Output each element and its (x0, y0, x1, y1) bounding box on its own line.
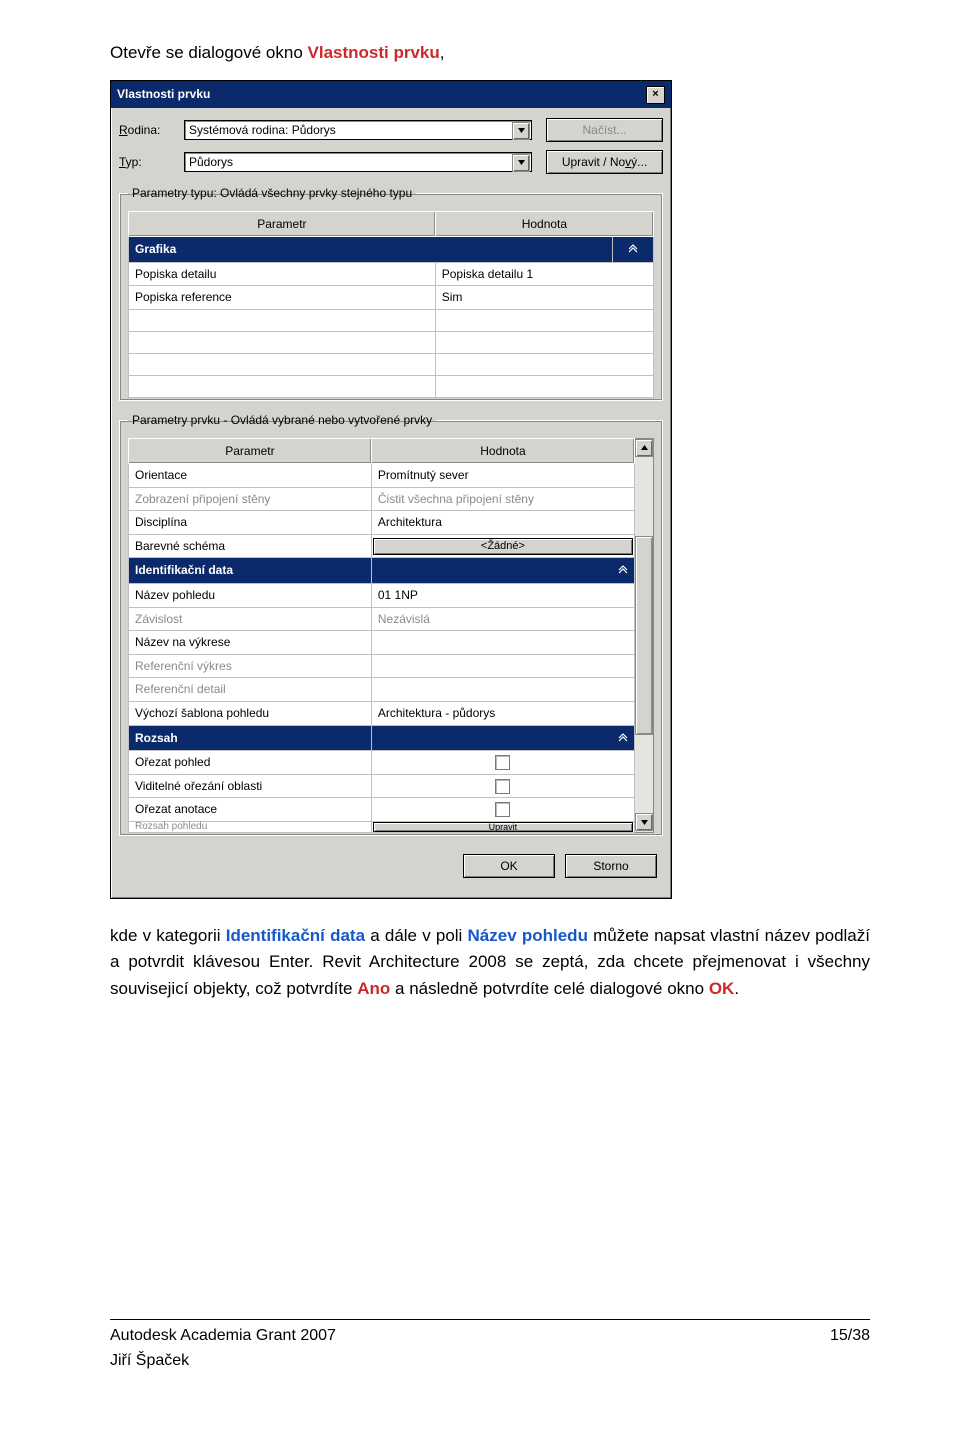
table-row[interactable]: Název pohledu01 1NP (129, 584, 635, 608)
table-row-empty (129, 309, 654, 331)
table-row[interactable]: Barevné schéma<Žádné> (129, 534, 635, 558)
col-hodnota: Hodnota (435, 211, 653, 237)
scroll-up-icon[interactable] (635, 439, 653, 457)
dialog-vlastnosti-prvku: Vlastnosti prvku × Rodina: Systémová rod… (110, 80, 672, 899)
highlight-identifikacni-data: Identifikační data (226, 926, 365, 945)
scroll-down-icon[interactable] (635, 813, 653, 831)
titlebar[interactable]: Vlastnosti prvku × (111, 81, 671, 108)
table-row[interactable]: Ořezat anotace (129, 798, 635, 822)
section-rozsah[interactable]: Rozsah (129, 725, 635, 751)
btn-label: Načíst... (582, 121, 626, 140)
nacist-button: Načíst... (546, 118, 663, 142)
table-row[interactable]: DisciplínaArchitektura (129, 511, 635, 535)
upravit-novy-button[interactable]: Upravit / Nový... (546, 150, 663, 174)
table-row[interactable]: Ořezat pohled (129, 751, 635, 775)
section-grafika[interactable]: Grafika (129, 237, 654, 263)
scrollbar[interactable] (635, 438, 654, 834)
combo-rodina[interactable]: Systémová rodina: Půdorys (184, 120, 532, 140)
table-row[interactable]: Popiska detailuPopiska detailu 1 (129, 262, 654, 286)
table-row[interactable]: Název na výkrese (129, 631, 635, 655)
row-typ: Typ: Půdorys Upravit / Nový... (119, 150, 663, 174)
col-parametr: Parametr (129, 211, 436, 237)
table-row[interactable]: ZávislostNezávislá (129, 607, 635, 631)
body-paragraph: kde v kategorii Identifikační data a dál… (110, 917, 870, 1002)
page: Otevře se dialogové okno Vlastnosti prvk… (0, 0, 960, 1430)
highlight-ano: Ano (357, 979, 390, 998)
col-parametr: Parametr (129, 438, 372, 464)
checkbox[interactable] (495, 802, 510, 817)
intro-paragraph: Otevře se dialogové okno Vlastnosti prvk… (110, 40, 870, 66)
highlight-nazev-pohledu: Název pohledu (468, 926, 588, 945)
row-rodina: Rodina: Systémová rodina: Půdorys Načíst… (119, 118, 663, 142)
combo-value: Systémová rodina: Půdorys (189, 121, 336, 140)
barevne-schema-button[interactable]: <Žádné> (373, 538, 633, 555)
table-row-empty (129, 353, 654, 375)
checkbox[interactable] (495, 779, 510, 794)
fieldset-parametry-typu: Parametry typu: Ovládá všechny prvky ste… (119, 184, 663, 401)
storno-button[interactable]: Storno (565, 854, 657, 878)
table-row[interactable]: Zobrazení připojení stěnyČistit všechna … (129, 487, 635, 511)
combo-value: Půdorys (189, 153, 233, 172)
collapse-icon[interactable] (371, 725, 634, 751)
table-row[interactable]: Referenční detail (129, 678, 635, 702)
table-row-cut[interactable]: Rozsah pohleduUpravit (129, 822, 635, 833)
label-typ: Typ: (119, 153, 184, 172)
table-row[interactable]: Popiska referenceSim (129, 286, 654, 310)
table-row-empty (129, 331, 654, 353)
checkbox[interactable] (495, 755, 510, 770)
legend: Parametry typu: Ovládá všechny prvky ste… (128, 184, 416, 203)
table-row[interactable]: Výchozí šablona pohleduArchitektura - pů… (129, 702, 635, 726)
table-row[interactable]: Referenční výkres (129, 654, 635, 678)
page-footer: Autodesk Academia Grant 2007 Jiří Špaček… (110, 1319, 870, 1374)
combo-typ[interactable]: Půdorys (184, 152, 532, 172)
table-row[interactable]: OrientacePromítnutý sever (129, 464, 635, 488)
page-number: 15/38 (830, 1324, 870, 1374)
table-header-row: Parametr Hodnota (129, 438, 635, 464)
label-rodina: Rodina: (119, 121, 184, 140)
footer-divider (110, 1319, 870, 1320)
section-identifikacni-data[interactable]: Identifikační data (129, 558, 635, 584)
chevron-down-icon[interactable] (512, 122, 530, 140)
upravit-button[interactable]: Upravit (373, 822, 633, 832)
dlg-name-highlight: Vlastnosti prvku (308, 43, 440, 62)
highlight-ok: OK (709, 979, 735, 998)
close-button[interactable]: × (646, 86, 665, 104)
legend: Parametry prvku - Ovládá vybrané nebo vy… (128, 411, 436, 430)
text: Otevře se dialogové okno (110, 43, 308, 62)
table-row-empty (129, 375, 654, 397)
chevron-down-icon[interactable] (512, 154, 530, 172)
col-hodnota: Hodnota (371, 438, 634, 464)
dialog-title: Vlastnosti prvku (117, 85, 210, 104)
scroll-handle[interactable] (635, 536, 653, 735)
table-header-row: Parametr Hodnota (129, 211, 654, 237)
close-icon: × (652, 86, 658, 103)
table-parametry-prvku: Parametr Hodnota OrientacePromítnutý sev… (128, 438, 635, 834)
fieldset-parametry-prvku: Parametry prvku - Ovládá vybrané nebo vy… (119, 411, 663, 836)
table-parametry-typu: Parametr Hodnota Grafika Popiska detailu… (128, 211, 654, 398)
text: , (440, 43, 445, 62)
collapse-icon[interactable] (371, 558, 634, 584)
table-row[interactable]: Viditelné ořezání oblasti (129, 774, 635, 798)
footer-left: Autodesk Academia Grant 2007 Jiří Špaček (110, 1324, 336, 1374)
dialog-body: Rodina: Systémová rodina: Půdorys Načíst… (111, 108, 671, 898)
ok-button[interactable]: OK (463, 854, 555, 878)
dialog-button-row: OK Storno (119, 846, 663, 888)
collapse-icon[interactable] (613, 237, 654, 263)
